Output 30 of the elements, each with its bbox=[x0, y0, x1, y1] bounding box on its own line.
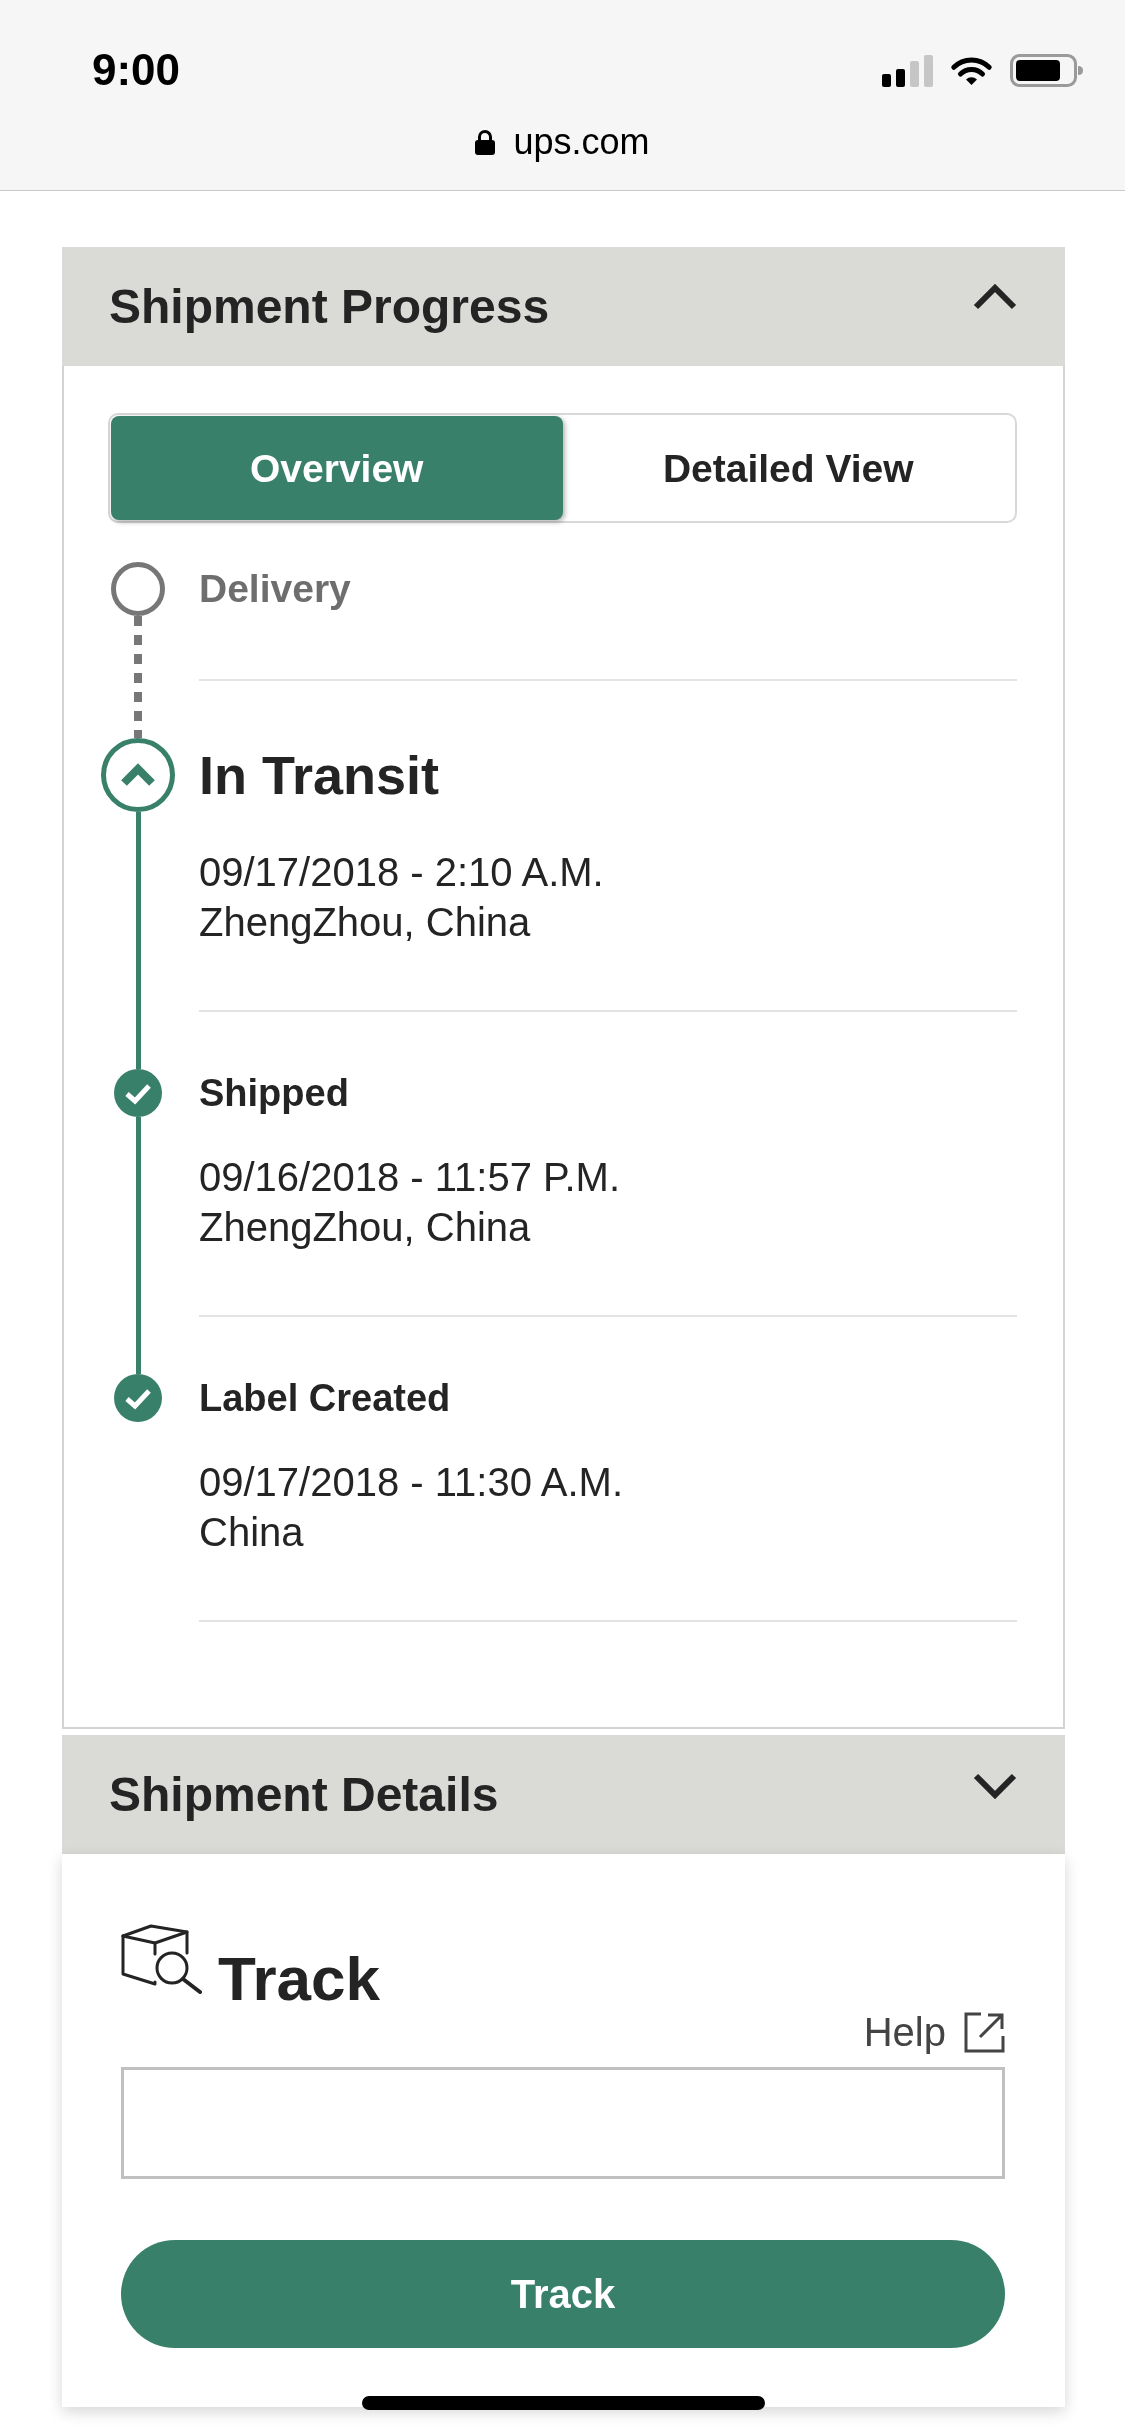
tab[interactable]: Overview bbox=[111, 416, 563, 520]
milestone-title: In Transit bbox=[199, 744, 441, 807]
help-link[interactable]: Help bbox=[863, 2012, 1005, 2053]
accordion-header[interactable]: Shipment Details bbox=[62, 1735, 1065, 1854]
milestone-location: China bbox=[199, 1509, 305, 1556]
track-button[interactable]: Track bbox=[121, 2240, 1005, 2348]
signal-icon bbox=[882, 53, 933, 87]
tracking-number-field[interactable] bbox=[121, 2067, 1005, 2179]
milestone-title: Label Created bbox=[199, 1376, 452, 1421]
wifi-icon bbox=[949, 54, 994, 86]
battery-icon bbox=[1010, 53, 1083, 87]
lock-icon bbox=[475, 129, 496, 155]
milestone-date: 09/17/2018 - 2:10 A.M. bbox=[199, 849, 605, 896]
clock-time: 9:00 bbox=[92, 46, 181, 94]
milestone-title: Delivery bbox=[199, 566, 352, 612]
url-text[interactable]: ups.com bbox=[513, 124, 650, 160]
external-link-icon bbox=[964, 2012, 1005, 2053]
chevron-circle-icon bbox=[101, 738, 175, 812]
empty-circle-icon bbox=[111, 562, 165, 616]
milestone-date: 09/16/2018 - 11:57 P.M. bbox=[199, 1154, 622, 1201]
milestone-location: ZhengZhou, China bbox=[199, 1204, 532, 1251]
check-circle-icon bbox=[114, 1374, 162, 1422]
tab[interactable]: Detailed View bbox=[562, 416, 1014, 520]
check-circle-icon bbox=[114, 1069, 162, 1117]
milestone-date: 09/17/2018 - 11:30 A.M. bbox=[199, 1459, 624, 1506]
package-search-icon bbox=[121, 1922, 203, 1994]
track-title: Track bbox=[218, 1948, 381, 2010]
accordion-header[interactable]: Shipment Progress bbox=[62, 247, 1065, 366]
milestone-location: ZhengZhou, China bbox=[199, 899, 532, 946]
milestone-title: Shipped bbox=[199, 1071, 350, 1116]
